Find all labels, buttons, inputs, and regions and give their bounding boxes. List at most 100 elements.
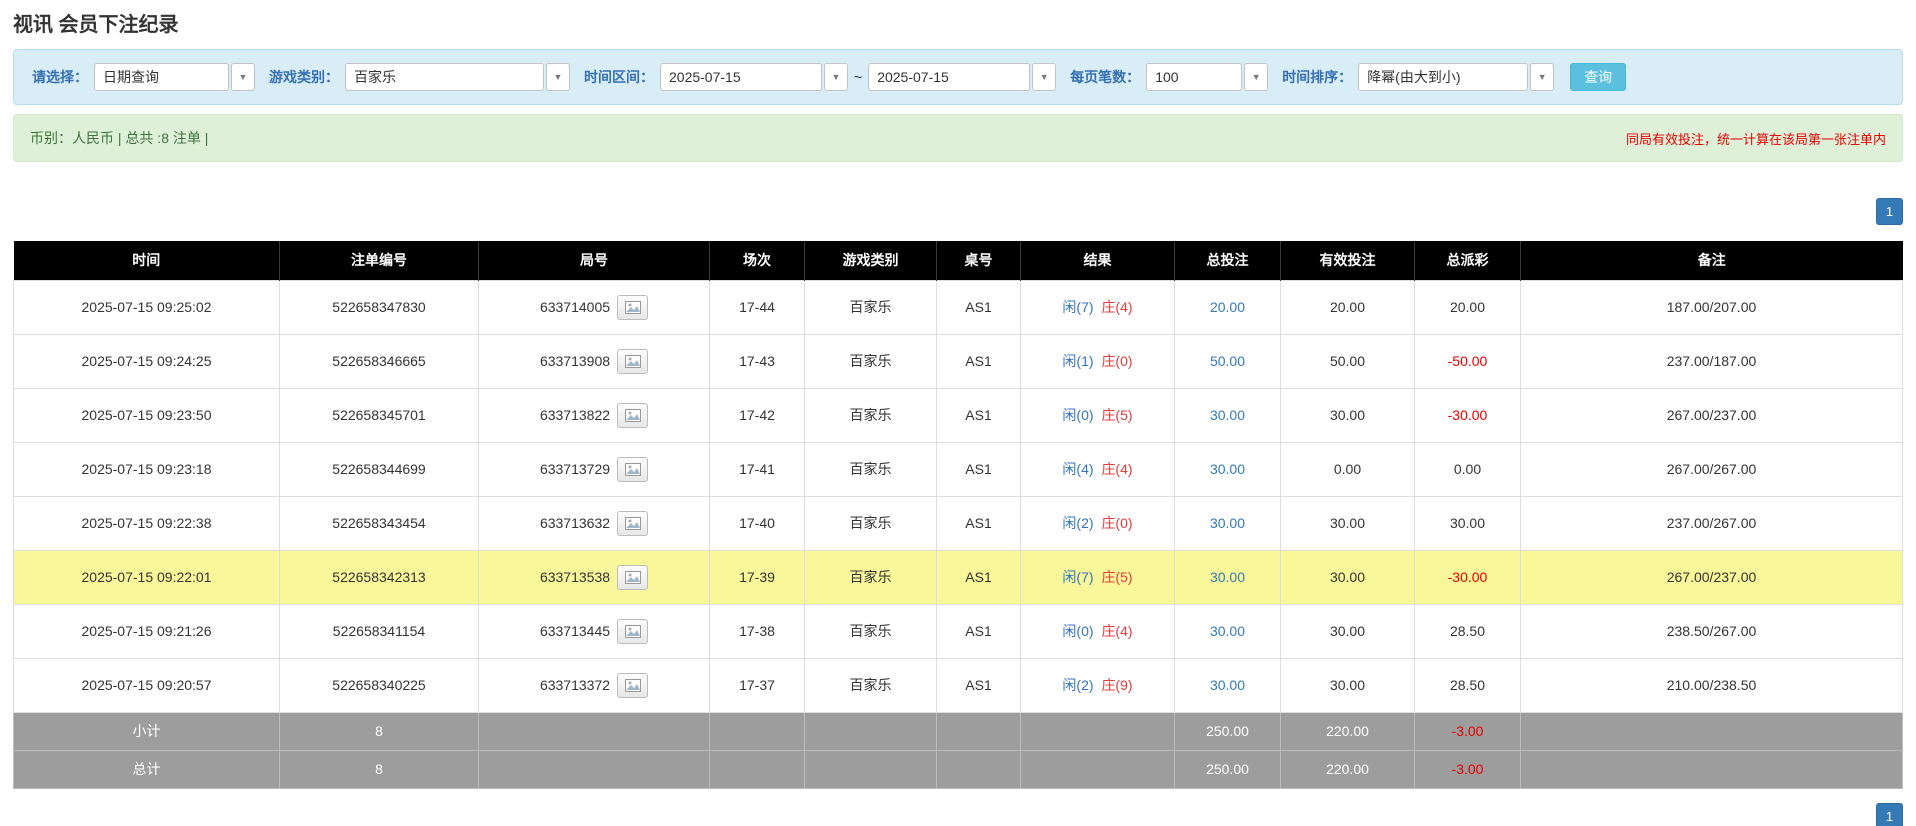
cell-session: 17-39 [709,549,805,605]
cell-total-bet: 30.00 [1174,387,1281,443]
query-type-value: 日期查询 [94,63,229,91]
cell-valid-bet: 50.00 [1280,333,1415,389]
result-player: 闲(7) [1062,299,1094,315]
result-player: 闲(4) [1062,461,1094,477]
result-player: 闲(1) [1062,353,1094,369]
cell-game-type: 百家乐 [804,387,937,443]
date-range-separator: ~ [854,69,863,85]
cell-time: 2025-07-15 09:22:38 [13,495,280,551]
cell-note: 237.00/187.00 [1520,333,1903,389]
total-bet-link[interactable]: 30.00 [1210,407,1245,423]
cell-session: 17-38 [709,603,805,659]
total-bet-link[interactable]: 30.00 [1210,677,1245,693]
total-row: 总计 8 250.00 220.00 -3.00 [13,749,1903,789]
cell-table-no: AS1 [936,441,1021,497]
cell-round: 633713538 [478,549,710,605]
column-header-result: 结果 [1020,241,1175,280]
subtotal-valid-bet: 220.00 [1280,711,1415,751]
table-row: 2025-07-15 09:22:38 522658343454 6337136… [13,495,1903,551]
date-to-picker[interactable]: 2025-07-15 ▼ [868,63,1057,91]
total-count: 8 [279,749,479,789]
query-type-combobox[interactable]: 日期查询 ▼ [94,63,255,91]
chevron-down-icon[interactable]: ▼ [824,63,848,91]
cell-note: 267.00/237.00 [1520,387,1903,443]
total-bet-link[interactable]: 50.00 [1210,353,1245,369]
cell-session: 17-44 [709,279,805,335]
chevron-down-icon[interactable]: ▼ [1032,63,1057,91]
round-media-button[interactable] [617,564,649,590]
chevron-down-icon[interactable]: ▼ [231,63,255,91]
column-header-round: 局号 [478,241,710,280]
cell-payout: 20.00 [1414,279,1521,335]
cell-note: 187.00/207.00 [1520,279,1903,335]
cell-session: 17-37 [709,657,805,713]
round-media-button[interactable] [617,672,649,698]
cell-bet-id: 522658347830 [279,279,479,335]
cell-note: 237.00/267.00 [1520,495,1903,551]
time-sort-combobox[interactable]: 降幂(由大到小) ▼ [1358,63,1555,91]
cell-time: 2025-07-15 09:23:18 [13,441,280,497]
subtotal-row: 小计 8 250.00 220.00 -3.00 [13,711,1903,751]
cell-game-type: 百家乐 [804,279,937,335]
search-button[interactable]: 查询 [1570,63,1627,91]
page-1-button[interactable]: 1 [1876,802,1903,826]
result-player: 闲(2) [1062,515,1094,531]
cell-result: 闲(4) 庄(4) [1020,441,1175,497]
cell-session: 17-41 [709,441,805,497]
total-bet-link[interactable]: 20.00 [1210,299,1245,315]
game-type-label: 游戏类别： [269,69,339,85]
round-media-button[interactable] [617,402,649,428]
total-bet-link[interactable]: 30.00 [1210,623,1245,639]
table-body: 2025-07-15 09:25:02 522658347830 6337140… [13,279,1903,713]
column-header-time: 时间 [13,241,280,280]
cell-total-bet: 30.00 [1174,495,1281,551]
chevron-down-icon[interactable]: ▼ [1244,63,1269,91]
cell-payout: 28.50 [1414,657,1521,713]
round-id: 633713822 [539,407,611,423]
cell-bet-id: 522658344699 [279,441,479,497]
total-bet-link[interactable]: 30.00 [1210,569,1245,585]
result-banker: 庄(0) [1101,515,1133,531]
date-from-picker[interactable]: 2025-07-15 ▼ [660,63,848,91]
table-row: 2025-07-15 09:22:01 522658342313 6337135… [13,549,1903,605]
round-media-button[interactable] [617,618,649,644]
table-row: 2025-07-15 09:20:57 522658340225 6337133… [13,657,1903,713]
cell-valid-bet: 30.00 [1280,495,1415,551]
cell-round: 633713445 [478,603,710,659]
page-size-value: 100 [1146,63,1243,91]
cell-bet-id: 522658345701 [279,387,479,443]
date-range-label: 时间区间： [584,69,654,85]
filter-bar: 请选择： 日期查询 ▼ 游戏类别： 百家乐 ▼ 时间区间： 2025-07-15… [13,49,1903,105]
cell-time: 2025-07-15 09:21:26 [13,603,280,659]
round-media-button[interactable] [617,456,649,482]
betting-records-table: 时间 注单编号 局号 场次 游戏类别 桌号 结果 总投注 有效投注 总派彩 备注 2025-07-1… [13,241,1903,789]
chevron-down-icon[interactable]: ▼ [546,63,570,91]
image-icon [624,516,641,530]
image-icon [624,624,641,638]
game-type-combobox[interactable]: 百家乐 ▼ [345,63,570,91]
cell-total-bet: 30.00 [1174,549,1281,605]
cell-payout: -50.00 [1414,333,1521,389]
column-header-payout: 总派彩 [1414,241,1521,280]
cell-total-bet: 30.00 [1174,603,1281,659]
total-bet-link[interactable]: 30.00 [1210,515,1245,531]
cell-result: 闲(1) 庄(0) [1020,333,1175,389]
round-id: 633713372 [539,677,611,693]
round-media-button[interactable] [617,294,649,320]
round-media-button[interactable] [617,510,649,536]
page-1-button[interactable]: 1 [1876,198,1903,225]
pagination-top: 1 [13,198,1903,225]
cell-table-no: AS1 [936,333,1021,389]
result-player: 闲(7) [1062,569,1094,585]
cell-table-no: AS1 [936,603,1021,659]
cell-time: 2025-07-15 09:20:57 [13,657,280,713]
total-bet-link[interactable]: 30.00 [1210,461,1245,477]
column-header-note: 备注 [1520,241,1903,280]
chevron-down-icon[interactable]: ▼ [1530,63,1555,91]
round-media-button[interactable] [617,348,649,374]
page-size-combobox[interactable]: 100 ▼ [1146,63,1269,91]
cell-valid-bet: 30.00 [1280,549,1415,605]
summary-currency-count: 币别：人民币 | 总共 :8 注单 | [30,130,209,146]
page-title: 视讯 会员下注纪录 [13,14,179,36]
cell-payout: 30.00 [1414,495,1521,551]
